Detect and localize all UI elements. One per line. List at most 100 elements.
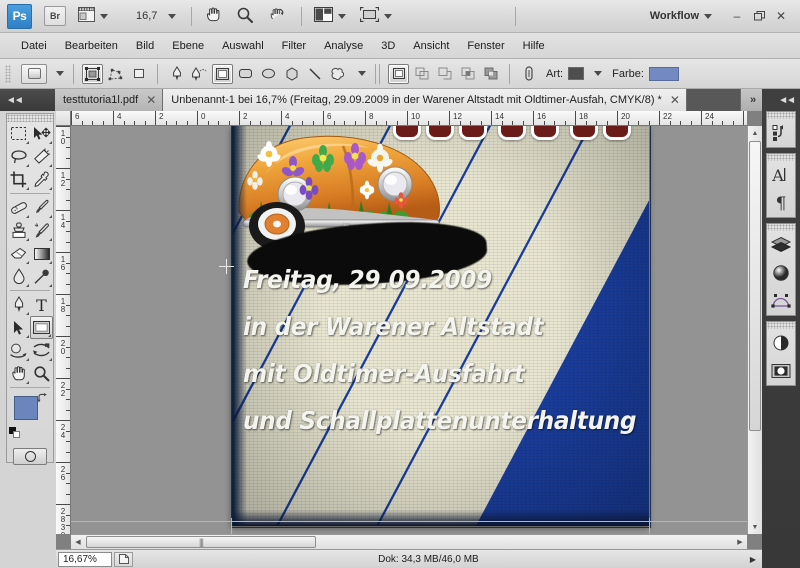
horizontal-scroll-thumb[interactable]: ||| [86,536,316,548]
rectangle-tool[interactable] [30,316,53,339]
swap-colors-icon[interactable] [36,392,48,407]
style-swatch[interactable] [568,67,585,80]
add-to-shape-area-button[interactable] [411,64,432,84]
tab-overflow-button[interactable]: » [740,89,764,111]
character-panel-icon[interactable]: A [767,161,795,189]
style-dropdown[interactable] [587,61,604,87]
vertical-ruler[interactable]: 10 12 14 16 18 20 22 24 26 28 30 [56,126,71,534]
menu-auswahl[interactable]: Auswahl [213,38,273,54]
eraser-tool[interactable] [7,242,30,265]
hand-tool-button[interactable] [202,3,224,29]
menu-bearbeiten[interactable]: Bearbeiten [56,38,127,54]
restore-button[interactable] [748,6,770,26]
gradient-tool[interactable] [30,242,53,265]
dock-group-gripper[interactable] [767,224,795,231]
horizontal-scrollbar[interactable]: ◀ ||| ▶ [71,534,747,549]
link-style-icon[interactable] [518,64,539,84]
layers-panel-icon[interactable] [767,231,795,259]
foreground-color-swatch[interactable] [14,396,38,420]
shape-options-dropdown[interactable] [351,61,368,87]
lasso-tool[interactable] [7,145,30,168]
menu-ansicht[interactable]: Ansicht [404,38,458,54]
history-panel-icon[interactable] [767,119,795,147]
horizontal-ruler[interactable]: 6 4 2 0 2 4 6 8 10 12 14 16 18 20 22 24 … [71,111,747,126]
paths-panel-icon[interactable] [767,287,795,315]
freeform-pen-tool-button[interactable] [189,64,210,84]
menu-analyse[interactable]: Analyse [315,38,372,54]
channels-panel-icon[interactable] [767,259,795,287]
launch-bridge-button[interactable]: Br [44,6,66,26]
close-icon[interactable]: ✕ [146,93,156,107]
zoom-percentage-field[interactable]: 16,67% [58,551,112,567]
masks-panel-icon[interactable] [767,357,795,385]
history-brush-tool[interactable] [30,219,53,242]
blur-tool[interactable] [7,265,30,288]
brush-tool[interactable] [30,196,53,219]
polygon-tool-button[interactable] [281,64,302,84]
mini-bridge-button[interactable] [76,3,110,29]
3d-orbit-tool[interactable] [30,339,53,362]
scroll-left-arrow[interactable]: ◀ [71,535,85,549]
custom-shape-tool-button[interactable] [327,64,348,84]
paths-mode-button[interactable] [105,64,126,84]
new-shape-layer-button[interactable] [388,63,409,84]
vertical-scrollbar[interactable]: ▲ ▼ [747,126,762,534]
exclude-overlapping-shape-areas-button[interactable] [480,64,501,84]
tool-preset-dropdown[interactable] [49,61,66,87]
status-expand-arrow[interactable]: ▶ [750,555,756,564]
3d-rotate-tool[interactable] [7,339,30,362]
screen-mode-button[interactable] [358,3,394,29]
path-selection-tool[interactable] [7,316,30,339]
eyedropper-tool[interactable] [30,168,53,191]
menu-bild[interactable]: Bild [127,38,163,54]
default-colors-icon[interactable] [9,427,20,438]
document-tab-testtutorial[interactable]: testtutoria1l.pdf ✕ [55,89,164,111]
pen-tool[interactable] [7,293,30,316]
document-thumbnail-icon[interactable] [114,551,133,567]
pen-tool-button[interactable] [166,64,187,84]
scroll-down-arrow[interactable]: ▼ [748,520,762,534]
document-tab-unbenannt1[interactable]: Unbenannt-1 bei 16,7% (Freitag, 29.09.20… [163,89,687,111]
crop-tool[interactable] [7,168,30,191]
close-button[interactable]: ✕ [770,6,792,26]
adjustments-panel-icon[interactable] [767,329,795,357]
workspace-switcher[interactable]: Workflow [636,10,712,22]
rounded-rectangle-tool-button[interactable] [235,64,256,84]
move-tool[interactable] [30,122,53,145]
intersect-shape-areas-button[interactable] [457,64,478,84]
ruler-corner[interactable] [56,111,71,126]
dodge-tool[interactable] [30,265,53,288]
menu-hilfe[interactable]: Hilfe [514,38,554,54]
zoom-tool-button[interactable] [234,3,256,29]
color-swatch[interactable] [648,66,679,81]
rectangle-shape-button[interactable] [212,63,233,84]
menu-fenster[interactable]: Fenster [458,38,513,54]
menu-filter[interactable]: Filter [273,38,315,54]
vertical-guide-right[interactable] [649,518,650,534]
paragraph-panel-icon[interactable]: ¶ [767,189,795,217]
subtract-from-shape-area-button[interactable] [434,64,455,84]
dock-group-gripper[interactable] [767,112,795,119]
vertical-scroll-thumb[interactable] [749,141,761,431]
quick-mask-toggle[interactable] [7,444,53,468]
menu-ebene[interactable]: Ebene [163,38,213,54]
menu-3d[interactable]: 3D [372,38,404,54]
shape-layers-mode-button[interactable] [82,63,103,84]
menu-datei[interactable]: Datei [12,38,56,54]
fill-pixels-mode-button[interactable] [128,64,149,84]
scroll-up-arrow[interactable]: ▲ [748,126,762,140]
horizontal-type-tool[interactable]: T [30,293,53,316]
scroll-right-arrow[interactable]: ▶ [733,535,747,549]
minimize-button[interactable]: – [726,6,748,26]
horizontal-guide[interactable] [71,521,747,522]
canvas-area[interactable]: Freitag, 29.09.2009 in der Warener Altst… [71,126,747,534]
ellipse-tool-button[interactable] [258,64,279,84]
zoom-level-dropdown[interactable] [161,3,178,29]
line-tool-button[interactable] [304,64,325,84]
tools-panel-gripper[interactable] [7,114,53,122]
zoom-tool[interactable] [30,362,53,385]
close-icon[interactable]: ✕ [670,93,680,107]
vertical-guide-left[interactable] [231,518,232,534]
dock-group-gripper[interactable] [767,322,795,329]
tool-preset-picker[interactable] [21,63,47,84]
